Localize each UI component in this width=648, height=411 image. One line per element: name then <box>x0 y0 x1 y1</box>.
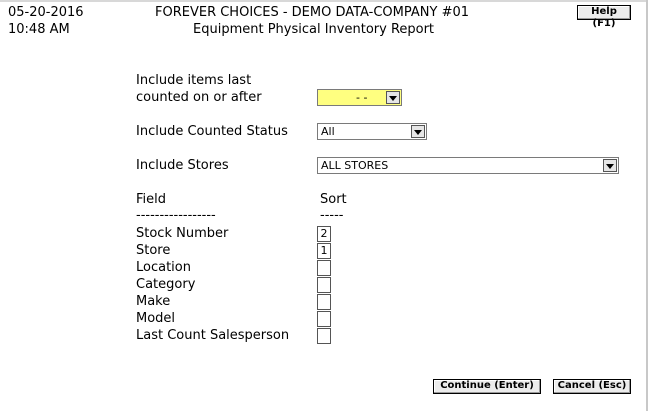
company-name: FOREVER CHOICES - DEMO DATA-COMPANY #01 <box>155 5 470 20</box>
sort-field-label: Stock Number <box>136 226 229 241</box>
sort-order-input[interactable]: 2 <box>317 226 331 242</box>
last-counted-label-line2: counted on or after <box>136 90 262 105</box>
last-counted-date-value: - - <box>356 91 368 104</box>
stores-select[interactable]: ALL STORES <box>317 157 619 174</box>
report-date: 05-20-2016 <box>8 5 84 20</box>
chevron-down-icon[interactable] <box>603 159 617 172</box>
sort-column-header: Sort <box>320 192 347 207</box>
top-border <box>0 0 648 2</box>
field-column-header: Field <box>136 192 167 207</box>
help-button-label: Help (F1) <box>591 6 617 29</box>
field-divider: ----------------- <box>136 208 216 223</box>
sort-field-label: Last Count Salesperson <box>136 328 290 343</box>
cancel-button-label: Cancel (Esc) <box>557 380 627 391</box>
counted-status-value: All <box>321 125 335 138</box>
counted-status-select[interactable]: All <box>317 123 427 140</box>
continue-button-label: Continue (Enter) <box>440 380 534 391</box>
sort-field-label: Location <box>136 260 191 275</box>
sort-divider: ----- <box>320 208 344 223</box>
sort-order-input[interactable] <box>317 311 331 327</box>
sort-field-label: Model <box>136 311 176 326</box>
report-title: Equipment Physical Inventory Report <box>193 22 435 37</box>
last-counted-label-line1: Include items last <box>136 73 252 88</box>
stores-label: Include Stores <box>136 158 229 173</box>
sort-order-input[interactable] <box>317 294 331 310</box>
sort-field-label: Category <box>136 277 196 292</box>
cancel-button[interactable]: Cancel (Esc) <box>553 379 631 394</box>
chevron-down-icon[interactable] <box>411 125 425 138</box>
chevron-down-icon[interactable] <box>386 91 400 104</box>
sort-field-label: Store <box>136 243 171 258</box>
last-counted-date-field[interactable]: - - <box>317 89 402 106</box>
sort-order-input[interactable] <box>317 328 331 344</box>
continue-button[interactable]: Continue (Enter) <box>433 379 541 394</box>
sort-order-input[interactable] <box>317 277 331 293</box>
help-button[interactable]: Help (F1) <box>577 5 631 29</box>
stores-value: ALL STORES <box>321 159 389 172</box>
sort-order-input[interactable] <box>317 260 331 276</box>
counted-status-label: Include Counted Status <box>136 124 288 139</box>
report-time: 10:48 AM <box>8 22 70 37</box>
sort-field-label: Make <box>136 294 171 309</box>
sort-order-input[interactable]: 1 <box>317 243 331 259</box>
